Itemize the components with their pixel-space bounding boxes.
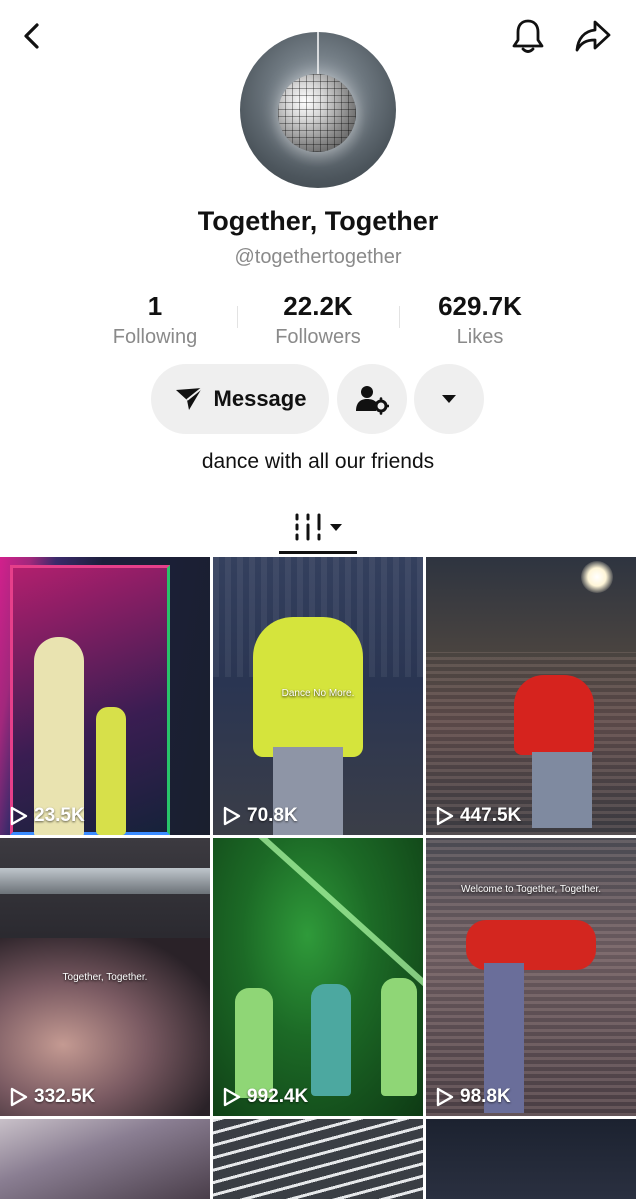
followers-label: Followers — [275, 326, 361, 348]
video-tile[interactable]: Welcome to Together, Together. 98.8K — [426, 838, 636, 1116]
video-tile[interactable]: Together, Together. 332.5K — [0, 838, 210, 1116]
view-count-text: 992.4K — [247, 1086, 309, 1107]
back-arrow-icon — [24, 23, 39, 49]
tab-indicator — [279, 551, 357, 554]
video-thumbnail-figure — [514, 675, 594, 755]
notification-button[interactable] — [506, 14, 550, 58]
video-thumbnail-roof — [0, 868, 210, 894]
likes-label: Likes — [456, 326, 504, 348]
play-icon — [436, 806, 454, 826]
video-thumbnail-figure — [381, 978, 417, 1096]
followers-stat[interactable]: 22.2K Followers — [243, 290, 393, 350]
video-thumbnail-beam — [226, 838, 423, 997]
disco-ball-string — [317, 32, 319, 76]
video-thumbnail-figure — [311, 984, 351, 1096]
following-label: Following — [112, 326, 198, 348]
add-friend-icon — [356, 386, 389, 415]
view-count-text: 23.5K — [34, 805, 85, 826]
video-tile[interactable] — [0, 1119, 210, 1199]
view-count: 23.5K — [10, 805, 85, 827]
video-caption: Welcome to Together, Together. — [460, 884, 602, 895]
video-caption: Dance No More. — [281, 688, 355, 699]
tab-videos[interactable] — [279, 500, 357, 554]
video-thumbnail-figure — [235, 988, 273, 1098]
chevron-down-icon — [330, 523, 342, 531]
share-icon — [575, 20, 611, 52]
dropdown-arrow-icon — [442, 395, 456, 403]
share-button[interactable] — [571, 14, 615, 58]
play-icon — [10, 1087, 28, 1107]
add-friend-button[interactable] — [337, 364, 407, 434]
view-count-text: 98.8K — [460, 1086, 511, 1107]
back-button[interactable] — [10, 14, 54, 58]
play-icon — [436, 1087, 454, 1107]
video-tile[interactable] — [426, 1119, 636, 1199]
disco-ball-image — [278, 74, 356, 152]
video-thumbnail-light — [581, 561, 613, 593]
bell-icon — [512, 19, 544, 53]
video-thumbnail-figure — [253, 617, 363, 757]
avatar[interactable] — [240, 32, 396, 188]
video-tile[interactable]: 447.5K — [426, 557, 636, 835]
video-thumbnail-figure — [96, 707, 126, 835]
view-count: 447.5K — [436, 805, 521, 827]
profile-name: Together, Together — [197, 206, 439, 236]
send-icon — [175, 387, 203, 410]
grid-videos-icon — [295, 513, 321, 541]
message-button-label: Message — [213, 386, 307, 411]
video-thumbnail-crowd — [426, 838, 636, 1116]
stat-divider — [399, 306, 400, 328]
stat-divider — [237, 306, 238, 328]
play-icon — [10, 806, 28, 826]
play-icon — [223, 806, 241, 826]
view-count: 98.8K — [436, 1086, 511, 1108]
followers-count: 22.2K — [283, 291, 353, 321]
view-count: 70.8K — [223, 805, 298, 827]
likes-count: 629.7K — [438, 291, 522, 321]
message-button[interactable]: Message — [151, 364, 329, 434]
view-count: 332.5K — [10, 1086, 95, 1108]
video-tile[interactable]: Dance No More. 70.8K — [213, 557, 423, 835]
video-tile[interactable] — [213, 1119, 423, 1199]
likes-stat[interactable]: 629.7K Likes — [405, 290, 555, 350]
video-thumbnail-figure — [532, 752, 592, 828]
view-count-text: 447.5K — [460, 805, 522, 826]
profile-handle: @togethertogether — [234, 246, 402, 268]
profile-bio: dance with all our friends — [201, 450, 435, 473]
more-options-button[interactable] — [414, 364, 484, 434]
following-count: 1 — [147, 291, 163, 321]
video-caption: Together, Together. — [62, 972, 148, 983]
following-stat[interactable]: 1 Following — [80, 290, 230, 350]
view-count-text: 332.5K — [34, 1086, 96, 1107]
view-count: 992.4K — [223, 1086, 308, 1108]
video-tile[interactable]: 992.4K — [213, 838, 423, 1116]
play-icon — [223, 1087, 241, 1107]
view-count-text: 70.8K — [247, 805, 298, 826]
video-tile[interactable]: 23.5K — [0, 557, 210, 835]
